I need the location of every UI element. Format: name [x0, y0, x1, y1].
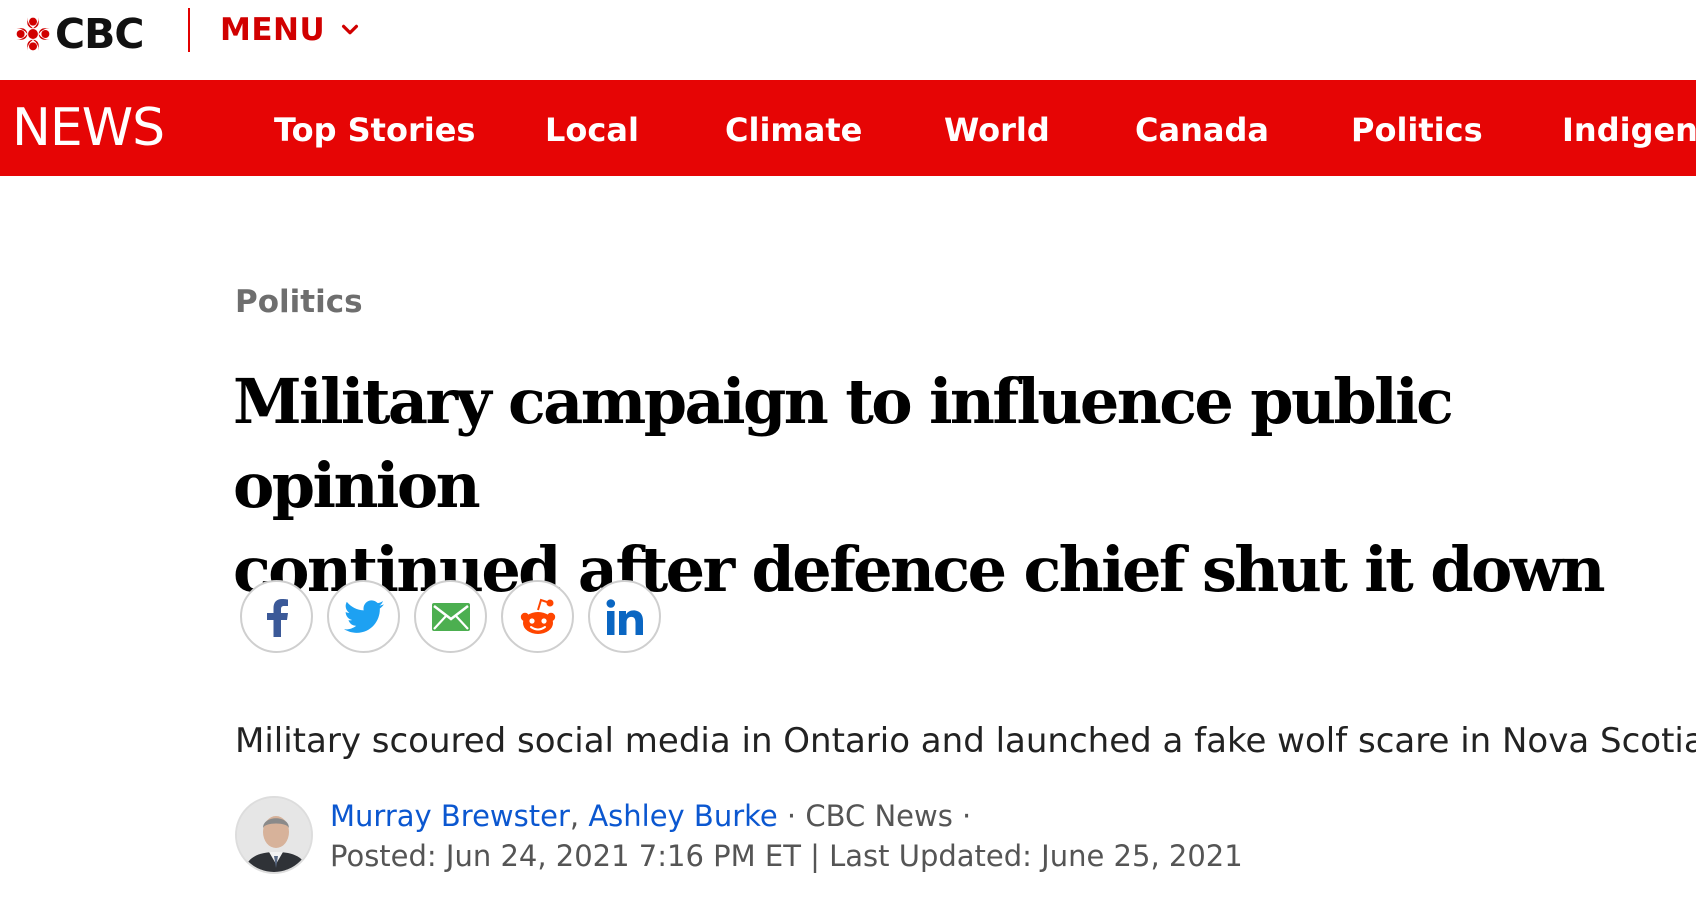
byline-separator: ,: [569, 799, 589, 833]
byline-outlet: · CBC News ·: [777, 799, 972, 833]
nav-item-top-stories[interactable]: Top Stories: [274, 110, 475, 150]
section-label[interactable]: Politics: [235, 282, 363, 322]
cbc-logo[interactable]: CBC: [14, 10, 144, 58]
nav-item-politics[interactable]: Politics: [1351, 110, 1483, 150]
share-facebook-button[interactable]: [240, 580, 313, 653]
news-section-title[interactable]: NEWS: [12, 100, 165, 156]
headline-line-1: Military campaign to influence public op…: [233, 365, 1454, 522]
share-linkedin-button[interactable]: [588, 580, 661, 653]
article-deck: Military scoured social media in Ontario…: [235, 721, 1696, 761]
twitter-icon: [343, 599, 384, 633]
email-icon: [431, 602, 470, 631]
author-avatar[interactable]: [235, 796, 313, 874]
brand-bar: CBC MENU: [0, 0, 1696, 80]
news-nav-bar: NEWS Top Stories Local Climate World Can…: [0, 80, 1696, 176]
cbc-logo-text: CBC: [55, 10, 144, 58]
nav-item-local[interactable]: Local: [545, 110, 639, 150]
author-link-murray-brewster[interactable]: Murray Brewster: [330, 799, 570, 833]
cbc-gem-icon: [16, 17, 50, 51]
author-link-ashley-burke[interactable]: Ashley Burke: [588, 799, 777, 833]
brand-divider: [188, 8, 190, 52]
chevron-down-icon: [342, 24, 359, 35]
nav-item-climate[interactable]: Climate: [725, 110, 862, 150]
headline: Military campaign to influence public op…: [233, 360, 1673, 612]
facebook-icon: [266, 598, 288, 637]
menu-button[interactable]: MENU: [220, 12, 361, 48]
share-twitter-button[interactable]: [327, 580, 400, 653]
posted-timestamp: Posted: Jun 24, 2021 7:16 PM ET | Last U…: [330, 839, 1243, 873]
menu-label: MENU: [220, 12, 326, 48]
author-photo: [237, 798, 311, 872]
share-email-button[interactable]: [414, 580, 487, 653]
share-buttons: [240, 580, 661, 653]
nav-item-canada[interactable]: Canada: [1135, 110, 1269, 150]
nav-item-indigenous[interactable]: Indigeno: [1562, 110, 1696, 150]
byline: Murray Brewster, Ashley Burke · CBC News…: [330, 796, 971, 836]
linkedin-icon: [606, 598, 643, 635]
reddit-icon: [520, 598, 555, 634]
share-reddit-button[interactable]: [501, 580, 574, 653]
nav-item-world[interactable]: World: [944, 110, 1050, 150]
